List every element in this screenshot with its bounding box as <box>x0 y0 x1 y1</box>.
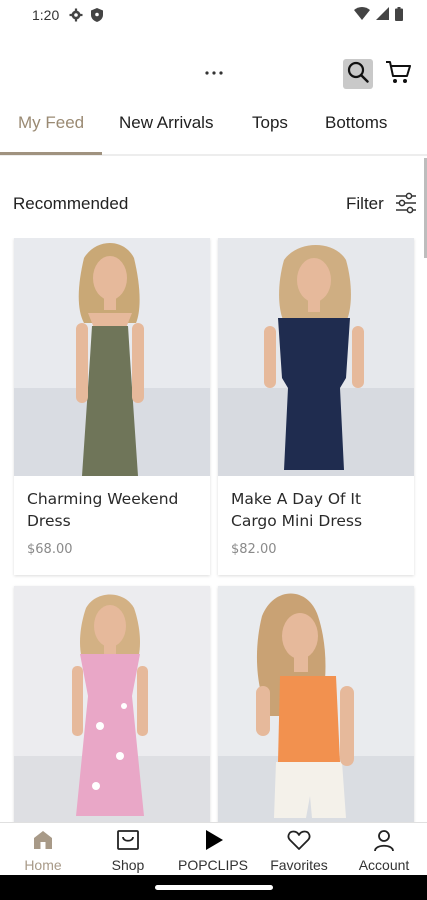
product-card[interactable]: Make A Day Of It Cargo Mini Dress $82.00 <box>218 238 414 575</box>
status-time: 1:20 <box>32 7 60 23</box>
tab-bottoms[interactable]: Bottoms <box>325 104 387 154</box>
product-photo[interactable] <box>14 238 210 476</box>
nav-account-label: Account <box>358 857 410 873</box>
system-navigation-bar <box>0 875 427 900</box>
shopping-cart-icon <box>385 60 411 89</box>
shield-icon <box>91 8 104 22</box>
product-photo[interactable] <box>218 586 414 822</box>
search-button[interactable] <box>343 59 373 89</box>
battery-icon <box>395 6 403 24</box>
status-bar: 1:20 <box>0 0 427 30</box>
filter-button[interactable]: Filter <box>346 194 384 214</box>
account-icon <box>372 828 396 852</box>
shop-icon <box>116 828 140 852</box>
bottom-nav: Home Shop POPCLIPS Favorites Account <box>0 822 427 875</box>
product-price: $82.00 <box>231 542 277 557</box>
section-title: Recommended <box>13 194 129 213</box>
product-card[interactable] <box>218 586 414 822</box>
cart-button[interactable] <box>383 59 413 89</box>
tab-new-arrivals[interactable]: New Arrivals <box>119 104 213 154</box>
product-card[interactable]: Charming Weekend Dress $68.00 <box>14 238 210 575</box>
nav-home-label: Home <box>24 857 62 873</box>
filter-sliders-icon[interactable] <box>394 191 418 215</box>
nav-home[interactable]: Home <box>0 823 86 876</box>
product-name[interactable]: Charming Weekend Dress <box>27 488 197 532</box>
product-price: $68.00 <box>27 542 73 557</box>
category-tabs: My Feed New Arrivals Tops Bottoms <box>0 104 427 156</box>
search-icon <box>347 61 369 88</box>
product-photo[interactable] <box>218 238 414 476</box>
nav-account[interactable]: Account <box>341 823 427 876</box>
tab-tops[interactable]: Tops <box>252 104 288 154</box>
product-grid[interactable]: Charming Weekend Dress $68.00 Make A Day… <box>0 238 427 822</box>
wifi-icon <box>354 7 370 23</box>
product-name[interactable]: Make A Day Of It Cargo Mini Dress <box>231 488 401 532</box>
product-photo[interactable] <box>14 586 210 822</box>
nav-shop-label: Shop <box>111 857 145 873</box>
play-icon <box>201 828 225 852</box>
more-dots-icon[interactable] <box>202 61 226 85</box>
settings-gear-icon <box>69 8 83 22</box>
app-header <box>0 55 427 95</box>
nav-favorites-label: Favorites <box>270 857 328 873</box>
section-header: Recommended Filter <box>0 186 427 222</box>
signal-icon <box>376 7 389 23</box>
home-gesture-handle[interactable] <box>155 885 273 890</box>
nav-popclips[interactable]: POPCLIPS <box>170 823 256 876</box>
heart-icon <box>287 828 311 852</box>
nav-shop[interactable]: Shop <box>85 823 171 876</box>
tab-my-feed[interactable]: My Feed <box>18 104 84 154</box>
product-card[interactable] <box>14 586 210 822</box>
nav-favorites[interactable]: Favorites <box>256 823 342 876</box>
home-icon <box>31 828 55 852</box>
nav-popclips-label: POPCLIPS <box>177 857 249 873</box>
active-tab-indicator <box>0 152 102 155</box>
